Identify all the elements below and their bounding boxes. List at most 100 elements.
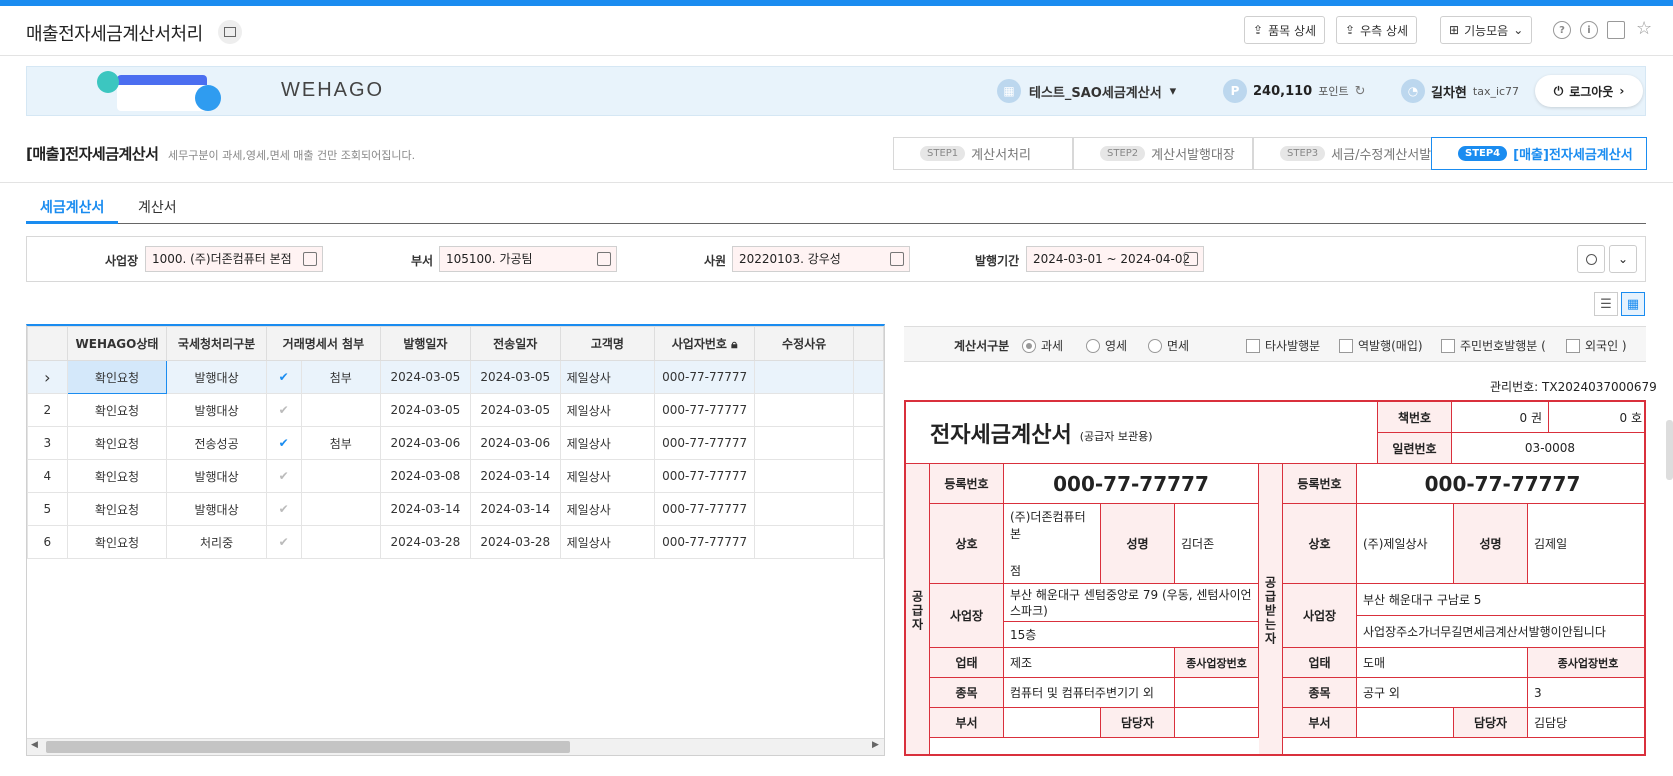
scrollbar-thumb[interactable] — [46, 741, 570, 753]
row-number[interactable]: › — [27, 360, 68, 394]
cell-reason[interactable] — [754, 360, 855, 394]
check-foreigner[interactable]: 외국인 ) — [1566, 337, 1627, 354]
cell-attach[interactable] — [300, 393, 382, 427]
item-detail-button[interactable]: ⇪ 품목 상세 — [1244, 16, 1326, 44]
cell-issue-date[interactable]: 2024-03-28 — [380, 525, 471, 559]
company-selector[interactable]: ▦ 테스트_SAO세금계산서 ▾ — [997, 79, 1176, 103]
cell-filler[interactable] — [853, 360, 884, 394]
search-button[interactable] — [1577, 245, 1605, 273]
list-view-button[interactable]: ☰ — [1594, 292, 1618, 316]
cell-send-date[interactable]: 2024-03-28 — [469, 525, 561, 559]
col-header-issue-date[interactable]: 발행일자 — [380, 326, 471, 361]
expand-button[interactable]: ⌄ — [1609, 245, 1637, 273]
period-input[interactable]: 2024-03-01 ~ 2024-04-02 — [1026, 246, 1204, 272]
cell-send-date[interactable]: 2024-03-14 — [469, 459, 561, 493]
table-row[interactable]: 4 확인요청 발행대상 ✔ 2024-03-08 2024-03-14 제일상사 000-77… — [27, 459, 884, 493]
lookup-icon[interactable] — [303, 252, 317, 266]
info-icon[interactable]: i — [1580, 21, 1598, 39]
table-row[interactable]: 5 확인요청 발행대상 ✔ 2024-03-14 2024-03-14 제일상사 000-77… — [27, 492, 884, 526]
cell-filler[interactable] — [853, 525, 884, 559]
row-number[interactable]: 2 — [27, 393, 68, 427]
col-header-customer[interactable]: 고객명 — [559, 326, 656, 361]
cell-check[interactable]: ✔ — [265, 525, 302, 559]
cell-issue-date[interactable]: 2024-03-05 — [380, 393, 471, 427]
cell-send-date[interactable]: 2024-03-05 — [469, 360, 561, 394]
cell-send-date[interactable]: 2024-03-05 — [469, 393, 561, 427]
cell-nts[interactable]: 발행대상 — [166, 393, 267, 427]
lookup-icon[interactable] — [890, 252, 904, 266]
cell-biz-no[interactable]: 000-77-77777 — [654, 459, 756, 493]
cell-customer[interactable]: 제일상사 — [559, 525, 656, 559]
col-header-send-date[interactable]: 전송일자 — [469, 326, 561, 361]
cell-status[interactable]: 확인요청 — [66, 393, 168, 427]
row-number[interactable]: 6 — [27, 525, 68, 559]
cell-attach[interactable] — [300, 459, 382, 493]
check-other-issuer[interactable]: 타사발행분 — [1246, 337, 1320, 354]
cell-customer[interactable]: 제일상사 — [559, 459, 656, 493]
help-icon[interactable]: ? — [1553, 21, 1571, 39]
tab-invoice[interactable]: 계산서 — [124, 196, 191, 224]
cell-filler[interactable] — [853, 459, 884, 493]
cell-biz-no[interactable]: 000-77-77777 — [654, 393, 756, 427]
cell-reason[interactable] — [754, 426, 855, 460]
cell-issue-date[interactable]: 2024-03-14 — [380, 492, 471, 526]
col-header-reason[interactable]: 수정사유 — [754, 326, 855, 361]
cell-biz-no[interactable]: 000-77-77777 — [654, 492, 756, 526]
cell-customer[interactable]: 제일상사 — [559, 492, 656, 526]
cell-nts[interactable]: 발행대상 — [166, 492, 267, 526]
cell-status[interactable]: 확인요청 — [66, 459, 168, 493]
scroll-left-icon[interactable]: ◀ — [31, 740, 38, 750]
biz-input[interactable]: 1000. (주)더존컴퓨터 본점 — [145, 246, 323, 272]
cell-reason[interactable] — [754, 459, 855, 493]
step-2[interactable]: STEP2 계산서발행대장 — [1073, 137, 1253, 170]
inbox-icon[interactable] — [1607, 21, 1625, 39]
calendar-icon[interactable] — [1184, 252, 1198, 266]
dept-input[interactable]: 105100. 가공팀 — [439, 246, 617, 272]
form-view-button[interactable]: ▦ — [1621, 292, 1645, 316]
cell-reason[interactable] — [754, 492, 855, 526]
cell-nts[interactable]: 처리중 — [166, 525, 267, 559]
cell-reason[interactable] — [754, 393, 855, 427]
row-number[interactable]: 3 — [27, 426, 68, 460]
step-4[interactable]: STEP4 [매출]전자세금계산서 — [1431, 137, 1647, 170]
col-header-nts[interactable]: 국세청처리구분 — [166, 326, 267, 361]
emp-input[interactable]: 20220103. 강우성 — [732, 246, 910, 272]
check-reverse-issue[interactable]: 역발행(매입) — [1339, 337, 1423, 354]
cell-reason[interactable] — [754, 525, 855, 559]
star-icon[interactable]: ☆ — [1636, 18, 1652, 39]
cell-issue-date[interactable]: 2024-03-06 — [380, 426, 471, 460]
cell-filler[interactable] — [853, 426, 884, 460]
cell-nts[interactable]: 전송성공 — [166, 426, 267, 460]
cell-send-date[interactable]: 2024-03-06 — [469, 426, 561, 460]
cell-check[interactable]: ✔ — [265, 426, 302, 460]
cell-check[interactable]: ✔ — [265, 360, 302, 394]
col-header-status[interactable]: WEHAGO상태 — [66, 326, 168, 361]
cell-filler[interactable] — [853, 393, 884, 427]
cell-nts[interactable]: 발행대상 — [166, 360, 267, 394]
cell-attach[interactable] — [300, 492, 382, 526]
table-row[interactable]: 2 확인요청 발행대상 ✔ 2024-03-05 2024-03-05 제일상사 000-77… — [27, 393, 884, 427]
check-resident-no[interactable]: 주민번호발행분 ( — [1441, 337, 1546, 354]
cell-biz-no[interactable]: 000-77-77777 — [654, 360, 756, 394]
cell-customer[interactable]: 제일상사 — [559, 426, 656, 460]
radio-zero-rated[interactable]: 영세 — [1086, 337, 1127, 354]
logout-button[interactable]: ⏻ 로그아웃 › — [1535, 75, 1643, 107]
col-header-biz-no[interactable]: 사업자번호 🔒︎ — [654, 326, 756, 361]
step-1[interactable]: STEP1 계산서처리 — [893, 137, 1073, 170]
cell-status[interactable]: 확인요청 — [66, 492, 168, 526]
cell-customer[interactable]: 제일상사 — [559, 393, 656, 427]
table-row[interactable]: › 확인요청 발행대상 ✔ 첨부 2024-03-05 2024-03-05 제일상사 000-… — [27, 360, 884, 394]
cell-biz-no[interactable]: 000-77-77777 — [654, 426, 756, 460]
cell-status[interactable]: 확인요청 — [66, 360, 168, 394]
refresh-icon[interactable]: ↻ — [1355, 84, 1366, 99]
cell-attach[interactable]: 첨부 — [300, 360, 382, 394]
scroll-right-icon[interactable]: ▶ — [872, 740, 879, 750]
table-row[interactable]: 3 확인요청 전송성공 ✔ 첨부 2024-03-06 2024-03-06 제일상사 000-… — [27, 426, 884, 460]
cell-nts[interactable]: 발행대상 — [166, 459, 267, 493]
cell-check[interactable]: ✔ — [265, 393, 302, 427]
cell-customer[interactable]: 제일상사 — [559, 360, 656, 394]
cell-check[interactable]: ✔ — [265, 492, 302, 526]
cell-status[interactable]: 확인요청 — [66, 525, 168, 559]
right-detail-button[interactable]: ⇪ 우측 상세 — [1336, 16, 1418, 44]
cell-check[interactable]: ✔ — [265, 459, 302, 493]
